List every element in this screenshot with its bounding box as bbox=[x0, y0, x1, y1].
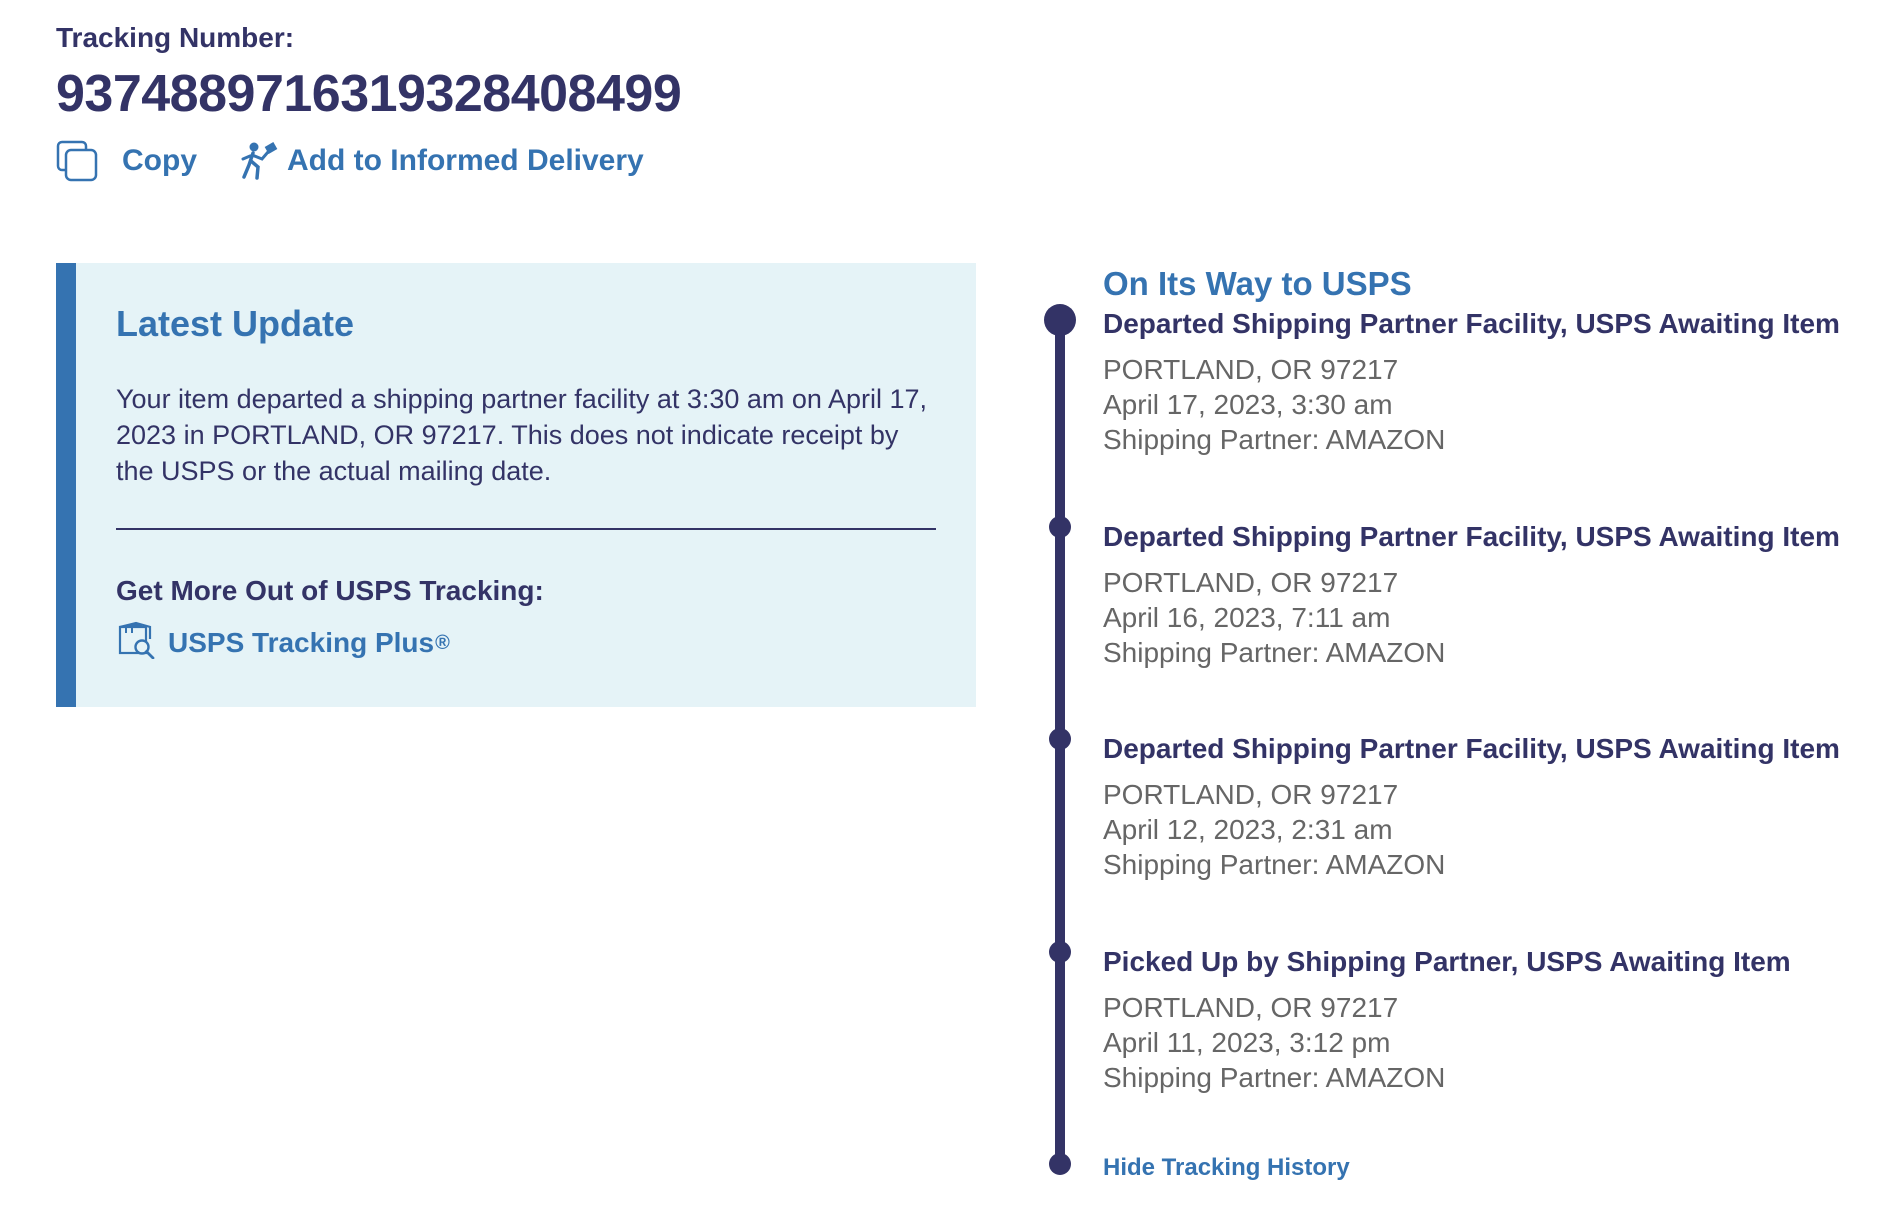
timeline-dot bbox=[1049, 516, 1071, 538]
hide-tracking-history-link[interactable]: Hide Tracking History bbox=[1103, 1154, 1350, 1182]
tracking-number: 9374889716319328408499 bbox=[56, 65, 682, 123]
event-location: PORTLAND, OR 97217 bbox=[1103, 992, 1399, 1023]
tracking-event: Departed Shipping Partner Facility, USPS… bbox=[1103, 733, 1840, 882]
timeline-dot bbox=[1049, 941, 1071, 963]
latest-update-text: Your item departed a shipping partner fa… bbox=[116, 384, 927, 486]
event-partner: Shipping Partner: AMAZON bbox=[1103, 637, 1446, 668]
status-stage: On Its Way to USPS bbox=[1103, 265, 1412, 302]
timeline-dot bbox=[1044, 304, 1076, 336]
add-to-informed-delivery-button[interactable]: Add to Informed Delivery bbox=[241, 141, 644, 181]
carrier-icon bbox=[241, 141, 287, 181]
event-datetime: April 17, 2023, 3:30 am bbox=[1103, 389, 1393, 420]
package-search-icon bbox=[116, 619, 168, 666]
event-title: Departed Shipping Partner Facility, USPS… bbox=[1103, 521, 1840, 552]
informed-delivery-label: Add to Informed Delivery bbox=[287, 144, 644, 177]
event-title: Picked Up by Shipping Partner, USPS Awai… bbox=[1103, 946, 1791, 977]
timeline-dot bbox=[1049, 728, 1071, 750]
event-partner: Shipping Partner: AMAZON bbox=[1103, 1062, 1446, 1093]
copy-label: Copy bbox=[122, 144, 197, 177]
divider bbox=[116, 528, 936, 530]
latest-update-title: Latest Update bbox=[116, 303, 355, 344]
event-location: PORTLAND, OR 97217 bbox=[1103, 354, 1399, 385]
event-title: Departed Shipping Partner Facility, USPS… bbox=[1103, 308, 1840, 339]
event-partner: Shipping Partner: AMAZON bbox=[1103, 849, 1446, 880]
usps-tracking-plus-label: USPS Tracking Plus bbox=[168, 626, 435, 658]
tracking-event: Departed Shipping Partner Facility, USPS… bbox=[1103, 521, 1840, 670]
event-datetime: April 12, 2023, 2:31 am bbox=[1103, 814, 1393, 845]
timeline-dot bbox=[1049, 1153, 1071, 1175]
event-partner: Shipping Partner: AMAZON bbox=[1103, 424, 1446, 455]
event-location: PORTLAND, OR 97217 bbox=[1103, 567, 1399, 598]
tracking-event: Picked Up by Shipping Partner, USPS Awai… bbox=[1103, 946, 1791, 1095]
get-more-label: Get More Out of USPS Tracking: bbox=[116, 575, 544, 606]
tracking-actions: Copy Add to Informed Delivery bbox=[56, 140, 644, 182]
copy-button[interactable]: Copy bbox=[56, 140, 197, 182]
usps-tracking-plus-link[interactable]: USPS Tracking Plus ® bbox=[116, 619, 450, 666]
tracking-number-label: Tracking Number: bbox=[56, 22, 295, 53]
event-datetime: April 11, 2023, 3:12 pm bbox=[1103, 1027, 1391, 1058]
event-datetime: April 16, 2023, 7:11 am bbox=[1103, 602, 1391, 633]
event-location: PORTLAND, OR 97217 bbox=[1103, 779, 1399, 810]
event-title: Departed Shipping Partner Facility, USPS… bbox=[1103, 733, 1840, 764]
copy-icon bbox=[56, 140, 122, 182]
latest-update-panel: Latest Update Your item departed a shipp… bbox=[56, 263, 976, 707]
tracking-event: Departed Shipping Partner Facility, USPS… bbox=[1103, 308, 1840, 457]
